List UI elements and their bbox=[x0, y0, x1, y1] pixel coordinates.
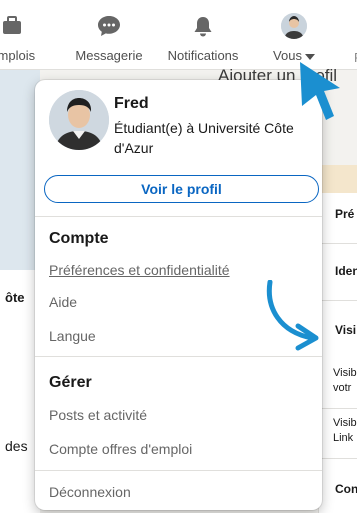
nav-label-messaging: Messagerie bbox=[75, 48, 143, 63]
chat-bubble-icon bbox=[97, 12, 121, 40]
bell-icon bbox=[192, 12, 214, 40]
settings-item-visibility[interactable]: Visi bbox=[335, 323, 356, 337]
menu-item-help[interactable]: Aide bbox=[49, 294, 77, 310]
cursor-pointer-icon bbox=[300, 62, 340, 120]
divider bbox=[35, 356, 322, 357]
settings-subitem: votr bbox=[333, 382, 352, 394]
settings-item-communications[interactable]: Con bbox=[335, 482, 357, 496]
curved-arrow-icon bbox=[266, 280, 319, 351]
settings-banner bbox=[319, 165, 357, 193]
profile-avatar[interactable] bbox=[49, 90, 109, 150]
divider bbox=[35, 470, 322, 471]
menu-item-posts-activity[interactable]: Posts et activité bbox=[49, 407, 147, 423]
profile-headline: Étudiant(e) à Université Côte d'Azur bbox=[114, 120, 294, 156]
profile-name: Fred bbox=[114, 95, 149, 112]
nav-item-jobs[interactable]: Emplois bbox=[0, 0, 54, 70]
briefcase-icon bbox=[1, 12, 23, 40]
divider bbox=[35, 216, 322, 217]
menu-item-job-posting-account[interactable]: Compte offres d'emploi bbox=[49, 441, 192, 457]
settings-subitem[interactable]: Visib bbox=[333, 366, 357, 381]
background-text-fragment: des bbox=[5, 438, 28, 454]
settings-item-identity[interactable]: Iden bbox=[335, 264, 357, 278]
avatar bbox=[281, 13, 307, 39]
nav-item-notifications[interactable]: Notifications bbox=[157, 0, 249, 70]
background-text-fragment: ôte bbox=[5, 290, 25, 305]
manage-section-title: Gérer bbox=[49, 374, 92, 391]
settings-item-preferences[interactable]: Pré bbox=[335, 207, 354, 221]
view-profile-button[interactable]: Voir le profil bbox=[44, 175, 319, 203]
menu-item-preferences-privacy[interactable]: Préférences et confidentialité bbox=[49, 262, 230, 278]
account-section-title: Compte bbox=[49, 230, 109, 247]
sign-out-link[interactable]: Déconnexion bbox=[49, 484, 131, 500]
nav-label-notifications: Notifications bbox=[167, 48, 239, 63]
page-banner-left bbox=[0, 70, 40, 270]
menu-item-language[interactable]: Langue bbox=[49, 328, 96, 344]
nav-label-jobs: Emplois bbox=[0, 48, 36, 63]
settings-subitem: Link bbox=[333, 432, 354, 444]
nav-item-messaging[interactable]: Messagerie bbox=[66, 0, 152, 70]
settings-subitem[interactable]: Visib bbox=[333, 416, 357, 431]
